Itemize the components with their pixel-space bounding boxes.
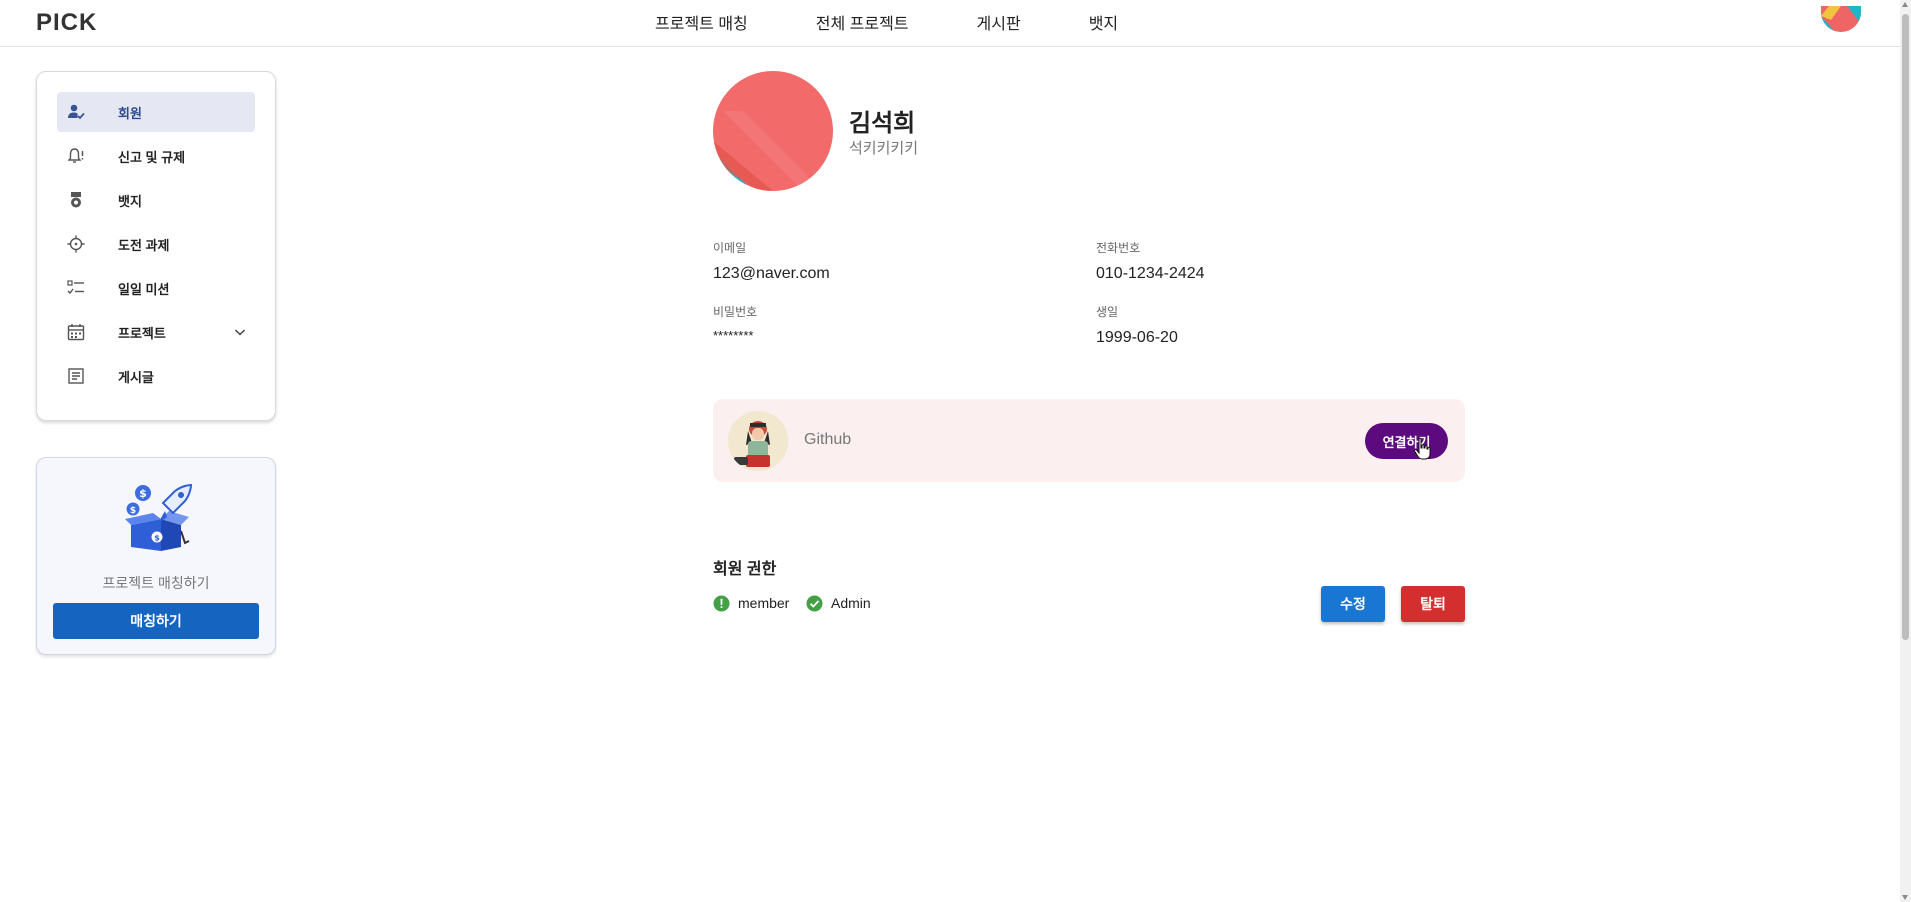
bell-alert-icon [67,148,84,163]
member-check-icon [68,104,85,120]
birth-label: 생일 [1096,305,1119,319]
promo-text: 프로젝트 매칭하기 [102,575,210,591]
github-connect-button[interactable]: 연결하기 [1365,423,1448,459]
logo[interactable]: PICK [36,9,97,37]
svg-text:$: $ [130,506,136,516]
matching-button[interactable]: 매칭하기 [53,603,259,639]
top-nav: 프로젝트 매칭 전체 프로젝트 게시판 뱃지 [655,10,1118,34]
email-label: 이메일 [713,241,747,255]
page-scrollbar[interactable] [1900,0,1911,902]
role-member: member [713,594,789,612]
admin-sidebar: 회원 신고 및 규제 뱃지 도전 과제 일일 미션 프로젝트 게시글 [36,71,276,421]
sidebar-item-badge[interactable]: 뱃지 [57,180,255,220]
crosshair-icon [67,235,85,253]
sidebar-item-report[interactable]: 신고 및 규제 [57,136,255,176]
sidebar-item-project[interactable]: 프로젝트 [57,312,255,352]
medal-icon [71,192,81,208]
sidebar-item-challenge[interactable]: 도전 과제 [57,224,255,264]
svg-text:$: $ [139,487,147,500]
password-value: ******** [713,328,754,343]
permission-title: 회원 권한 [713,561,777,578]
scroll-up-icon[interactable] [1902,2,1908,7]
svg-text:$: $ [154,534,160,543]
sidebar-item-label: 게시글 [118,369,154,385]
role-admin: Admin [806,594,871,612]
user-avatar[interactable] [1821,6,1861,32]
nav-project-matching[interactable]: 프로젝트 매칭 [655,10,748,34]
check-circle-icon [806,595,823,611]
github-avatar [728,411,788,471]
sidebar-item-member[interactable]: 회원 [57,92,255,132]
phone-label: 전화번호 [1096,241,1141,255]
calendar-icon [67,324,85,341]
chevron-down-icon[interactable] [233,325,247,339]
top-header: PICK 프로젝트 매칭 전체 프로젝트 게시판 뱃지 [0,0,1900,47]
profile-nickname: 석키키키키 [849,140,919,157]
role-admin-label: Admin [831,595,871,611]
sidebar-item-daily-mission[interactable]: 일일 미션 [57,268,255,308]
nav-all-projects[interactable]: 전체 프로젝트 [816,10,909,34]
rocket-box-illustration: $ $ $ [125,483,193,551]
scroll-down-icon[interactable] [1902,895,1908,900]
checklist-icon [67,280,84,295]
withdraw-button[interactable]: 탈퇴 [1401,586,1465,622]
scrollbar-thumb[interactable] [1902,14,1909,640]
hand-pointer-icon [1413,437,1431,460]
sidebar-item-label: 일일 미션 [118,281,170,297]
github-label: Github [804,431,852,448]
sidebar-item-label: 회원 [118,105,142,121]
nav-badge[interactable]: 뱃지 [1089,10,1118,34]
sidebar-item-label: 도전 과제 [118,237,170,253]
project-matching-promo: $ $ $ 프로젝트 매칭하기 매칭하기 [36,457,276,655]
nav-board[interactable]: 게시판 [977,10,1021,34]
sidebar-item-label: 프로젝트 [118,325,166,341]
role-member-label: member [738,595,790,611]
email-value: 123@naver.com [713,265,830,282]
alert-circle-icon [713,595,730,611]
password-label: 비밀번호 [713,305,758,319]
birth-value: 1999-06-20 [1096,329,1178,346]
sidebar-item-posts[interactable]: 게시글 [57,356,255,396]
sidebar-item-label: 신고 및 규제 [118,149,186,165]
profile-name: 김석희 [849,110,916,137]
sidebar-item-label: 뱃지 [118,193,142,209]
edit-button[interactable]: 수정 [1321,586,1385,622]
github-connect-box: Github 연결하기 [713,399,1465,482]
profile-avatar [713,71,833,191]
phone-value: 010-1234-2424 [1096,265,1205,282]
article-icon [68,368,84,384]
